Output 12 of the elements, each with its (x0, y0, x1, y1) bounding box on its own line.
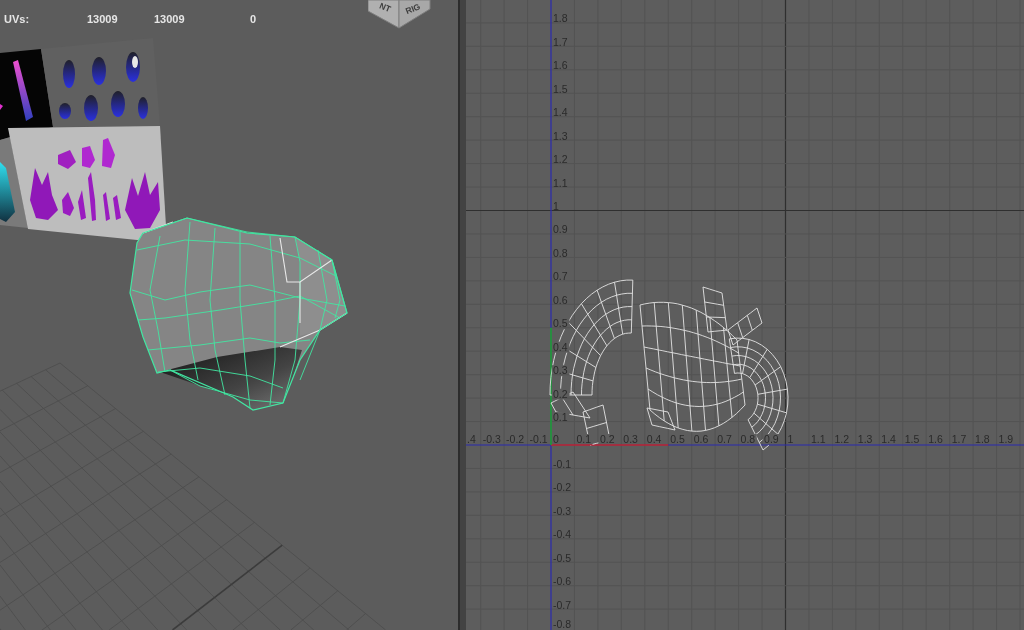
cube-face-label: NT (378, 0, 393, 14)
uv-shell[interactable] (550, 391, 591, 419)
hud-value: 13009 (154, 12, 185, 27)
uv-shell[interactable] (702, 286, 728, 333)
uv-shell[interactable] (639, 301, 746, 432)
cube-face-label: RIG (404, 1, 422, 17)
hud-label: UVs: (4, 12, 30, 27)
uv-shell[interactable] (727, 307, 763, 346)
hud-value: 13009 (87, 12, 118, 27)
uv-shell[interactable] (646, 407, 676, 431)
hud-value: 0 (250, 12, 257, 27)
uv-shell[interactable] (549, 279, 634, 396)
